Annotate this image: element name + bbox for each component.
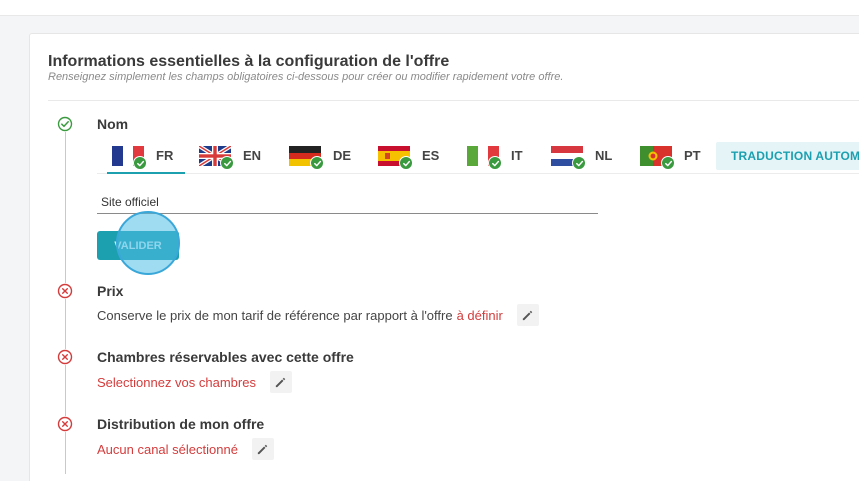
section-title-chambres: Chambres réservables avec cette offre — [97, 349, 354, 365]
lang-code: DE — [333, 148, 352, 163]
check-icon — [661, 156, 675, 170]
pencil-icon — [523, 310, 533, 320]
rooms-row: Selectionnez vos chambres — [97, 371, 292, 393]
check-icon — [220, 156, 234, 170]
page-subtitle: Renseignez simplement les champs obligat… — [48, 71, 564, 83]
tab-lang-pt[interactable]: PT — [638, 140, 718, 174]
edit-rooms-button[interactable] — [269, 371, 292, 393]
error-circle-icon — [57, 283, 73, 299]
check-icon — [133, 156, 147, 170]
check-icon — [399, 156, 413, 170]
error-circle-icon — [57, 349, 73, 365]
pencil-icon — [258, 444, 268, 454]
auto-translate-button[interactable]: TRADUCTION AUTOM — [716, 142, 859, 170]
divider — [48, 100, 859, 101]
price-undefined-link[interactable]: à définir — [457, 308, 503, 323]
tab-lang-en[interactable]: EN — [197, 140, 277, 174]
offer-name-input[interactable] — [97, 190, 598, 214]
section-title-prix: Prix — [97, 283, 124, 299]
top-bar — [0, 0, 859, 16]
lang-code: ES — [422, 148, 440, 163]
edit-price-button[interactable] — [516, 304, 539, 326]
lang-code: FR — [156, 148, 174, 163]
lang-code: EN — [243, 148, 262, 163]
select-rooms-link[interactable]: Selectionnez vos chambres — [97, 375, 256, 390]
price-text: Conserve le prix de mon tarif de référen… — [97, 307, 453, 323]
lang-code: NL — [595, 148, 613, 163]
price-row: Conserve le prix de mon tarif de référen… — [97, 304, 539, 326]
check-icon — [572, 156, 586, 170]
tab-lang-es[interactable]: ES — [376, 140, 456, 174]
check-circle-icon — [57, 116, 73, 132]
check-icon — [488, 156, 502, 170]
check-icon — [310, 156, 324, 170]
validate-button[interactable]: VALIDER — [97, 231, 179, 260]
tab-lang-fr[interactable]: FR — [107, 140, 185, 174]
section-title-nom: Nom — [97, 116, 129, 132]
lang-code: IT — [511, 148, 523, 163]
pencil-icon — [276, 377, 286, 387]
tab-lang-nl[interactable]: NL — [549, 140, 629, 174]
lang-code: PT — [684, 148, 701, 163]
distribution-row: Aucun canal sélectionné — [97, 438, 274, 460]
edit-distribution-button[interactable] — [251, 438, 274, 460]
no-channel-link[interactable]: Aucun canal sélectionné — [97, 442, 238, 457]
offer-config-card: Informations essentielles à la configura… — [29, 33, 859, 481]
section-title-distribution: Distribution de mon offre — [97, 416, 265, 432]
page-title: Informations essentielles à la configura… — [48, 53, 450, 70]
tab-lang-it[interactable]: IT — [465, 140, 545, 174]
tab-lang-de[interactable]: DE — [287, 140, 367, 174]
error-circle-icon — [57, 416, 73, 432]
